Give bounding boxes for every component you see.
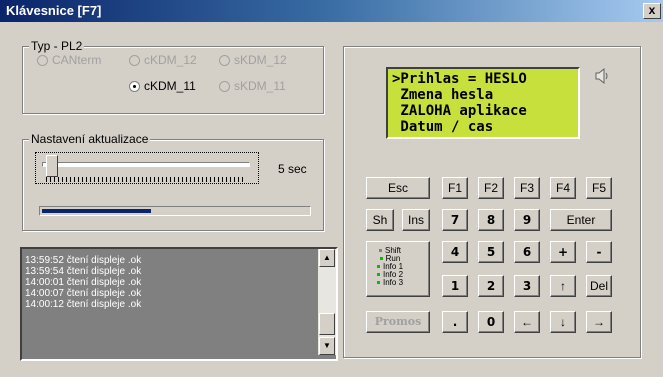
update-interval-label: 5 sec — [278, 162, 307, 176]
radio-skdm-11[interactable]: sKDM_11 — [219, 79, 286, 93]
key-shift[interactable]: Sh — [366, 209, 394, 231]
slider-ticks — [46, 177, 246, 182]
radio-label: CANterm — [52, 53, 102, 67]
key-4[interactable]: 4 — [442, 241, 468, 263]
radio-indicator — [129, 55, 140, 66]
key-minus[interactable]: - — [586, 241, 612, 263]
key-delete[interactable]: Del — [586, 275, 612, 297]
log-line: 13:59:52 čtení displeje .ok — [25, 255, 142, 266]
status-led-icon — [379, 257, 383, 260]
key-2[interactable]: 2 — [478, 275, 504, 297]
status-item: Info 3 — [377, 279, 403, 287]
update-interval-slider[interactable] — [35, 152, 259, 184]
keyboard-window: Klávesnice [F7] x Typ - PL2 CANterm cKDM… — [0, 0, 663, 377]
status-list: Shift Run Info 1 Info 2 Info 3 — [377, 247, 403, 287]
radio-indicator — [37, 55, 48, 66]
key-insert[interactable]: Ins — [402, 209, 430, 231]
key-f1[interactable]: F1 — [442, 177, 468, 199]
radio-label: cKDM_12 — [144, 53, 197, 67]
key-f3[interactable]: F3 — [514, 177, 540, 199]
type-group-legend: Typ - PL2 — [29, 39, 85, 53]
key-arrow-left[interactable]: ← — [514, 311, 540, 333]
log-line: 14:00:01 čtení displeje .ok — [25, 277, 142, 288]
key-f2[interactable]: F2 — [478, 177, 504, 199]
scroll-thumb[interactable] — [319, 313, 335, 335]
key-1[interactable]: 1 — [442, 275, 468, 297]
status-indicator-panel: Shift Run Info 1 Info 2 Info 3 — [366, 241, 430, 297]
log-line: 14:00:07 čtení displeje .ok — [25, 288, 142, 299]
type-group: Typ - PL2 CANterm cKDM_12 sKDM_12 cKDM_1… — [22, 39, 324, 114]
lcd-line: ZALOHA aplikace — [392, 103, 527, 119]
key-arrow-right[interactable]: → — [586, 311, 612, 333]
log-panel: 13:59:52 čtení displeje .ok 13:59:54 čten… — [20, 247, 338, 361]
key-dot[interactable]: . — [442, 311, 468, 333]
lcd-line: >Prihlas = HESLO — [392, 71, 527, 87]
update-group-legend: Nastavení aktualizace — [29, 132, 151, 146]
log-line: 13:59:54 čtení displeje .ok — [25, 266, 142, 277]
log-list: 13:59:52 čtení displeje .ok 13:59:54 čten… — [22, 255, 141, 310]
radio-skdm-12[interactable]: sKDM_12 — [219, 53, 287, 67]
key-arrow-up[interactable]: ↑ — [550, 275, 576, 297]
keyboard-panel: >Prihlas = HESLO Zmena hesla ZALOHA apli… — [343, 46, 641, 358]
key-7[interactable]: 7 — [442, 209, 468, 231]
key-f5[interactable]: F5 — [586, 177, 612, 199]
key-0[interactable]: 0 — [478, 311, 504, 333]
scroll-up-button[interactable]: ▲ — [319, 249, 335, 267]
lcd-display: >Prihlas = HESLO Zmena hesla ZALOHA apli… — [386, 67, 580, 139]
log-scrollbar[interactable]: ▲ ▼ — [318, 249, 336, 355]
status-led-icon — [379, 249, 382, 252]
key-plus[interactable]: + — [550, 241, 576, 263]
lcd-line: Zmena hesla — [392, 87, 494, 103]
close-button[interactable]: x — [643, 3, 661, 19]
key-arrow-down[interactable]: ↓ — [550, 311, 576, 333]
key-6[interactable]: 6 — [514, 241, 540, 263]
update-progress-bar — [39, 206, 311, 216]
slider-thumb[interactable] — [45, 155, 58, 177]
log-line: 14:00:12 čtení displeje .ok — [25, 299, 142, 310]
key-esc[interactable]: Esc — [366, 177, 430, 199]
radio-indicator — [129, 81, 140, 92]
status-led-icon — [377, 265, 380, 268]
arrow-up-icon: ▲ — [323, 253, 331, 262]
speaker-icon[interactable] — [594, 67, 610, 85]
radio-label: sKDM_12 — [234, 53, 287, 67]
radio-canterm[interactable]: CANterm — [37, 53, 101, 67]
status-led-icon — [377, 273, 380, 276]
status-led-icon — [377, 281, 380, 284]
radio-label: sKDM_11 — [234, 79, 286, 93]
arrow-down-icon: ▼ — [323, 341, 331, 350]
radio-ckdm-11[interactable]: cKDM_11 — [129, 79, 196, 93]
promos-button[interactable]: Promos — [366, 311, 430, 333]
radio-label: cKDM_11 — [144, 79, 196, 93]
key-f4[interactable]: F4 — [550, 177, 576, 199]
radio-indicator — [219, 55, 230, 66]
radio-ckdm-12[interactable]: cKDM_12 — [129, 53, 197, 67]
status-label: Info 3 — [383, 278, 404, 287]
key-9[interactable]: 9 — [514, 209, 540, 231]
progress-fill — [42, 209, 152, 213]
radio-indicator — [219, 81, 230, 92]
key-enter[interactable]: Enter — [550, 209, 612, 231]
window-title: Klávesnice [F7] — [6, 3, 102, 18]
slider-track — [42, 162, 250, 167]
title-bar: Klávesnice [F7] x — [0, 0, 663, 22]
lcd-line: Datum / cas — [392, 119, 494, 135]
key-3[interactable]: 3 — [514, 275, 540, 297]
key-5[interactable]: 5 — [478, 241, 504, 263]
scroll-down-button[interactable]: ▼ — [319, 337, 335, 355]
key-8[interactable]: 8 — [478, 209, 504, 231]
update-group: Nastavení aktualizace 5 sec — [22, 132, 324, 231]
